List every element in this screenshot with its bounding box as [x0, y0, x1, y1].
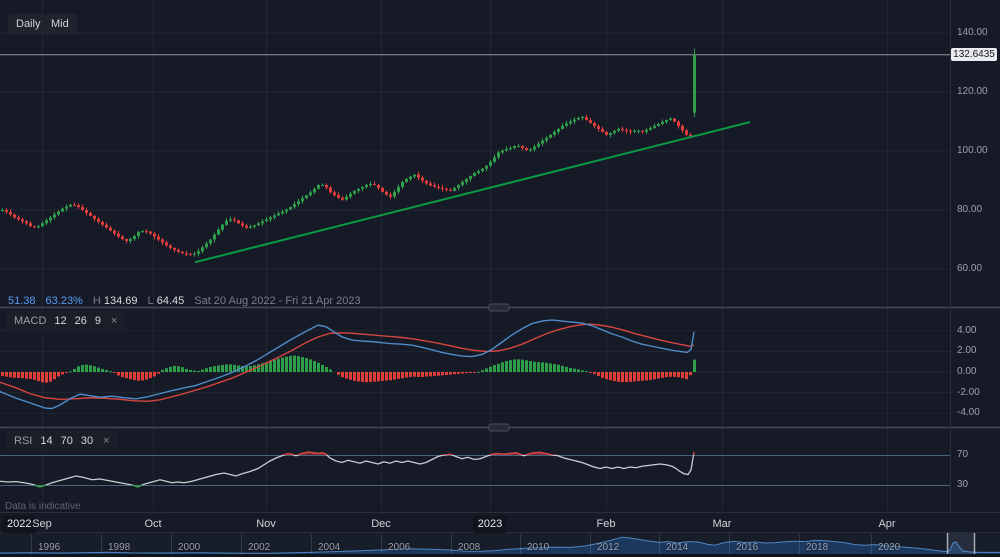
navigator-strip[interactable] — [0, 533, 1000, 555]
mid-button[interactable]: Mid — [43, 14, 77, 35]
rsi-overbought — [0, 452, 694, 487]
range-change-value: 51.38 — [8, 295, 36, 308]
rsi-close-icon[interactable]: × — [103, 435, 109, 448]
range-dates: Sat 20 Aug 2022 - Fri 21 Apr 2023 — [194, 295, 360, 308]
range-change-percent: 63.23% — [46, 295, 83, 308]
rsi-oversold — [0, 452, 694, 487]
rsi-label: RSI — [14, 435, 32, 448]
rsi-legend[interactable]: RSI 14 70 30 × — [6, 431, 118, 452]
rsi-line — [0, 452, 694, 487]
chart-app: 140.00120.00100.0080.0060.004.002.000.00… — [0, 0, 1000, 557]
price-scale[interactable] — [950, 0, 1000, 510]
pane-divider-handle[interactable] — [489, 304, 509, 311]
range-low: L 64.45 — [148, 295, 185, 308]
trend-line[interactable] — [195, 122, 750, 262]
macd-label: MACD — [14, 315, 46, 328]
macd-histogram — [1, 356, 696, 383]
chart-canvas[interactable] — [0, 0, 1000, 557]
macd-signal-line — [0, 324, 694, 401]
pane-divider-handle[interactable] — [489, 424, 509, 431]
range-status-line: 51.38 63.23% H 134.69 L 64.45 Sat 20 Aug… — [8, 295, 361, 308]
time-scale[interactable] — [0, 512, 1000, 532]
candlestick-series — [1, 49, 696, 257]
macd-legend[interactable]: MACD 12 26 9 × — [6, 311, 125, 332]
range-high: H 134.69 — [93, 295, 138, 308]
macd-close-icon[interactable]: × — [111, 315, 117, 328]
